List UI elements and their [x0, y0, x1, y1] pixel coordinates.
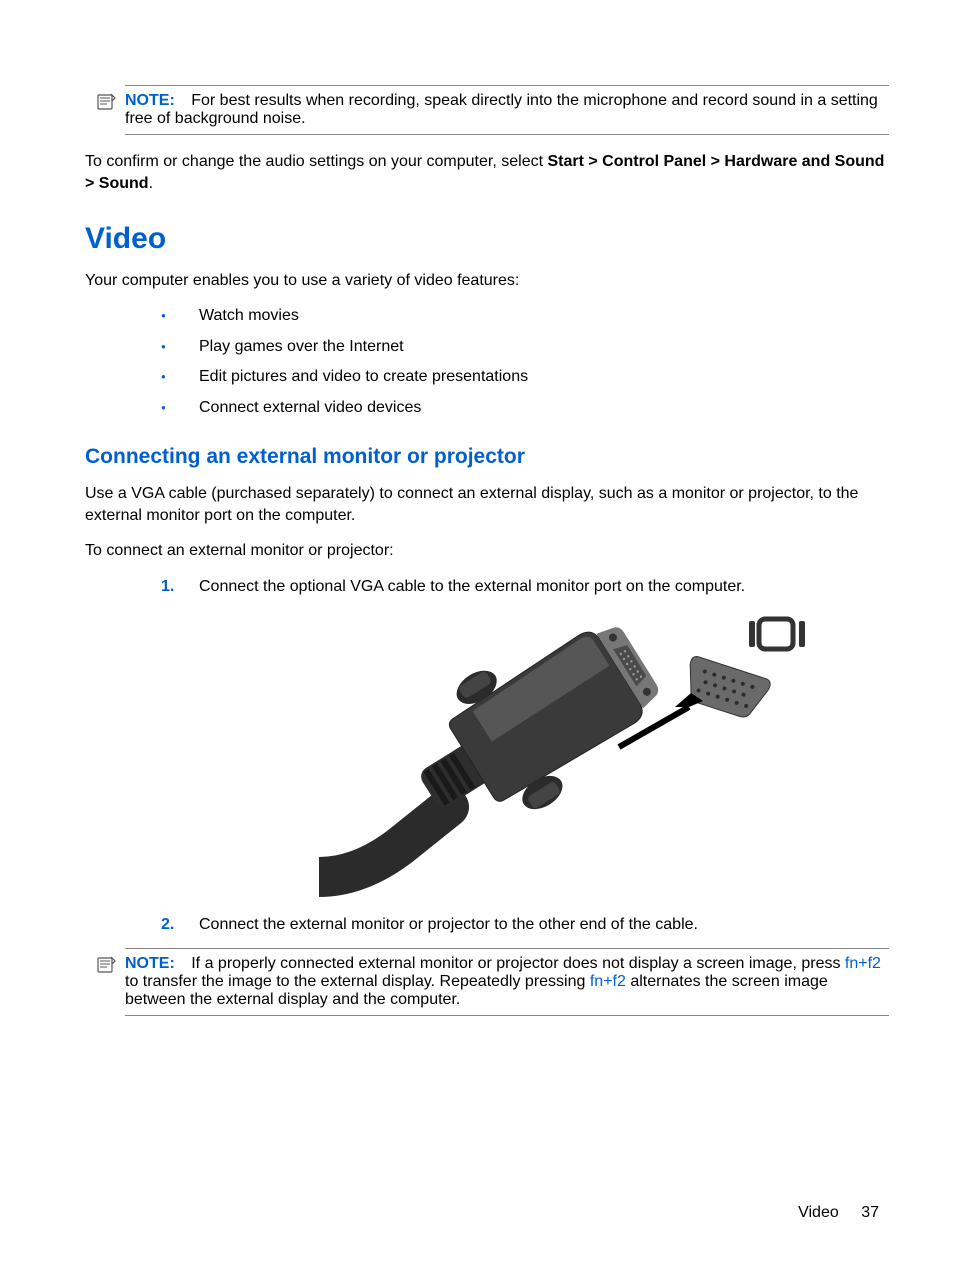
- note-block-1: NOTE: For best results when recording, s…: [125, 85, 889, 135]
- note-block-2: NOTE: If a properly connected external m…: [125, 948, 889, 1016]
- note-text-1: For best results when recording, speak d…: [125, 92, 878, 127]
- note2-seg2: to transfer the image to the external di…: [125, 973, 590, 990]
- step-1: 1. Connect the optional VGA cable to the…: [161, 576, 889, 903]
- step-text: Connect the optional VGA cable to the ex…: [199, 578, 745, 595]
- heading-video: Video: [85, 222, 889, 256]
- list-item: Watch movies: [161, 306, 889, 327]
- note-label: NOTE:: [125, 955, 175, 972]
- note-icon: [97, 92, 117, 110]
- key-fnf2-2: fn+f2: [590, 973, 626, 990]
- step-2: 2. Connect the external monitor or proje…: [161, 914, 889, 936]
- video-feature-list: Watch movies Play games over the Interne…: [161, 306, 889, 419]
- note-label: NOTE:: [125, 92, 175, 109]
- steps-list: 1. Connect the optional VGA cable to the…: [161, 576, 889, 936]
- paragraph-vga-cable: Use a VGA cable (purchased separately) t…: [85, 483, 889, 526]
- para1-pre: To confirm or change the audio settings …: [85, 153, 547, 170]
- footer-page-number: 37: [861, 1204, 879, 1221]
- paragraph-audio-settings: To confirm or change the audio settings …: [85, 151, 889, 194]
- page-footer: Video 37: [798, 1204, 879, 1222]
- note2-seg1: If a properly connected external monitor…: [191, 955, 845, 972]
- vga-cable-figure: [319, 607, 839, 902]
- footer-section: Video: [798, 1204, 839, 1221]
- key-fnf2-1: fn+f2: [845, 955, 881, 972]
- paragraph-video-intro: Your computer enables you to use a varie…: [85, 270, 889, 292]
- step-number: 1.: [161, 576, 174, 598]
- note-icon: [97, 955, 117, 973]
- step-number: 2.: [161, 914, 174, 936]
- heading-connecting-external: Connecting an external monitor or projec…: [85, 445, 889, 469]
- list-item: Play games over the Internet: [161, 337, 889, 358]
- step-text: Connect the external monitor or projecto…: [199, 916, 698, 933]
- para1-post: .: [149, 175, 153, 192]
- list-item: Connect external video devices: [161, 398, 889, 419]
- list-item: Edit pictures and video to create presen…: [161, 367, 889, 388]
- paragraph-connect-intro: To connect an external monitor or projec…: [85, 540, 889, 562]
